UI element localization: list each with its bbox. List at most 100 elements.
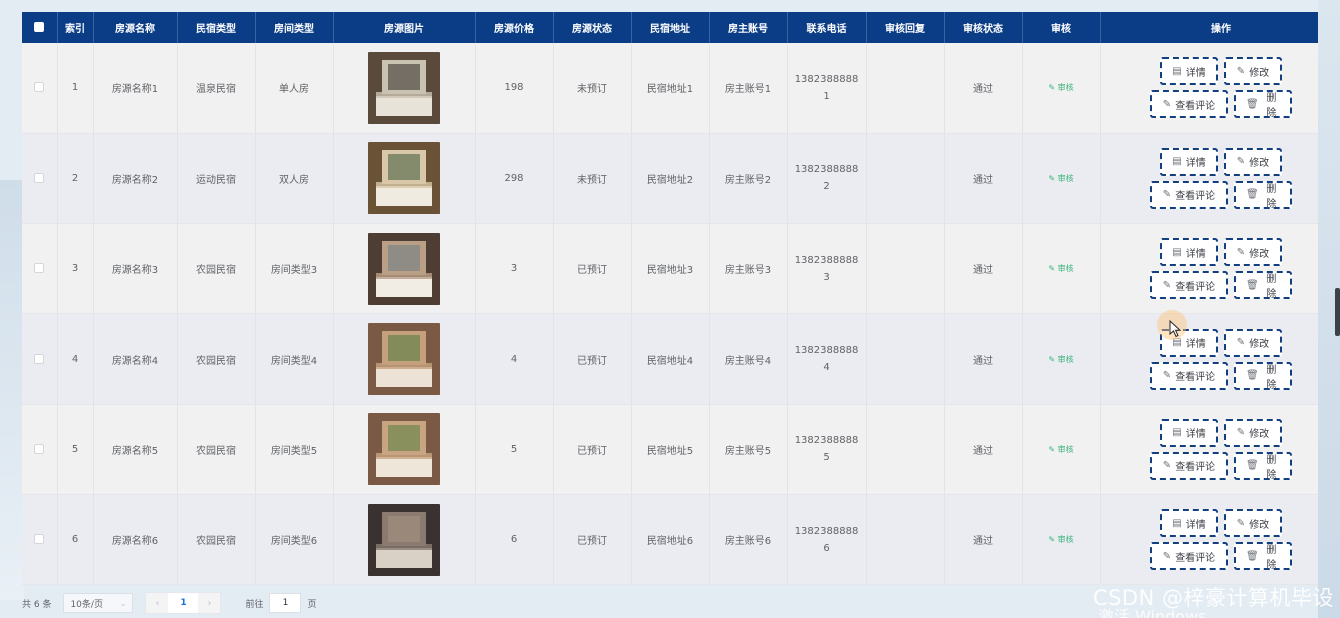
delete-button-label: 删除 xyxy=(1266,454,1277,481)
action-row-top: ▤ 详情 ✎ 修改 xyxy=(1160,509,1282,538)
table-row[interactable]: 6 房源名称6 农园民宿 房间类型6 6 已预订 民宿地址6 房主账号6 1382388888 6… xyxy=(22,494,1318,585)
audit-link[interactable]: ✎ 审核 xyxy=(1048,445,1073,454)
row-checkbox[interactable] xyxy=(34,534,45,545)
cell-phone: 1382388888 5 xyxy=(787,404,867,495)
pencil-icon: ✎ xyxy=(1162,550,1172,562)
cell-phone: 1382388888 3 xyxy=(787,223,867,315)
cell-phone: 1382388888 6 xyxy=(787,494,867,585)
room-photo[interactable] xyxy=(368,51,440,124)
view-reviews-button[interactable]: ✎ 查看评论 xyxy=(1150,271,1228,300)
edit-button[interactable]: ✎ 修改 xyxy=(1224,509,1282,538)
room-photo[interactable] xyxy=(368,503,440,576)
audit-link[interactable]: ✎ 审核 xyxy=(1048,264,1073,273)
table-row[interactable]: 1 房源名称1 温泉民宿 单人房 198 未预订 民宿地址1 房主账号1 1382388888 1… xyxy=(22,43,1318,134)
audit-link[interactable]: ✎ 审核 xyxy=(1048,174,1073,183)
audit-link[interactable]: ✎ 审核 xyxy=(1048,355,1073,364)
view-reviews-button[interactable]: ✎ 查看评论 xyxy=(1150,90,1228,119)
action-row-bottom: ✎ 查看评论 🗑 删除 xyxy=(1150,180,1292,210)
cell-price: 298 xyxy=(475,133,554,225)
phone-line-2: 1 xyxy=(823,90,830,102)
edit-button[interactable]: ✎ 修改 xyxy=(1224,328,1282,357)
page-number-current[interactable]: 1 xyxy=(168,593,199,613)
delete-button[interactable]: 🗑 删除 xyxy=(1234,451,1292,481)
cell-bnb-type: 农园民宿 xyxy=(177,494,256,585)
table-row[interactable]: 3 房源名称3 农园民宿 房间类型3 3 已预订 民宿地址3 房主账号3 1382388888 3… xyxy=(22,223,1318,315)
view-reviews-button[interactable]: ✎ 查看评论 xyxy=(1150,542,1228,571)
edit-button[interactable]: ✎ 修改 xyxy=(1224,238,1282,267)
audit-link[interactable]: ✎ 审核 xyxy=(1048,535,1073,544)
view-reviews-button[interactable]: ✎ 查看评论 xyxy=(1150,361,1228,390)
cell-reply xyxy=(866,223,945,315)
cell-index: 1 xyxy=(57,43,94,134)
table-row[interactable]: 4 房源名称4 农园民宿 房间类型4 4 已预订 民宿地址4 房主账号4 1382388888 4… xyxy=(22,313,1319,405)
pencil-icon: ✎ xyxy=(1048,444,1056,454)
detail-button[interactable]: ▤ 详情 xyxy=(1160,57,1218,86)
table-row[interactable]: 2 房源名称2 运动民宿 双人房 298 未预订 民宿地址2 房主账号2 1382388888 2… xyxy=(22,133,1319,225)
page-scrollbar-thumb[interactable] xyxy=(1335,288,1340,336)
trash-icon: 🗑 xyxy=(1246,550,1259,562)
pencil-icon: ✎ xyxy=(1236,517,1246,529)
detail-button[interactable]: ▤ 详情 xyxy=(1160,147,1218,176)
detail-button[interactable]: ▤ 详情 xyxy=(1160,238,1218,267)
cell-actions: ▤ 详情 ✎ 修改 ✎ 查看评论 🗑 删除 xyxy=(1100,494,1318,585)
document-icon: ▤ xyxy=(1172,246,1182,258)
view-reviews-button[interactable]: ✎ 查看评论 xyxy=(1150,451,1228,480)
row-checkbox[interactable] xyxy=(34,443,45,454)
row-checkbox[interactable] xyxy=(34,172,45,183)
detail-button[interactable]: ▤ 详情 xyxy=(1160,418,1218,447)
audit-link[interactable]: ✎ 审核 xyxy=(1048,83,1073,92)
row-select-cell xyxy=(22,404,58,495)
delete-button[interactable]: 🗑 删除 xyxy=(1234,361,1292,391)
edit-button-label: 修改 xyxy=(1249,248,1270,260)
col-audit-status: 审核状态 xyxy=(944,12,1023,43)
view-reviews-button-label: 查看评论 xyxy=(1175,100,1216,112)
edit-button[interactable]: ✎ 修改 xyxy=(1224,418,1282,447)
phone-line-2: 4 xyxy=(823,362,830,374)
page-size-select[interactable]: 10条/页 ⌄ xyxy=(63,593,134,613)
row-checkbox[interactable] xyxy=(34,353,45,364)
action-row-bottom: ✎ 查看评论 🗑 删除 xyxy=(1150,451,1292,481)
edit-button[interactable]: ✎ 修改 xyxy=(1224,57,1282,86)
col-price: 房源价格 xyxy=(475,12,554,43)
goto-page-input[interactable]: 1 xyxy=(269,593,302,613)
room-photo[interactable] xyxy=(368,232,440,305)
trash-icon: 🗑 xyxy=(1246,279,1259,291)
delete-button[interactable]: 🗑 删除 xyxy=(1234,180,1292,210)
delete-button-label: 删除 xyxy=(1266,364,1277,391)
table-row[interactable]: 5 房源名称5 农园民宿 房间类型5 5 已预订 民宿地址5 房主账号5 1382388888 5… xyxy=(22,404,1319,495)
row-checkbox[interactable] xyxy=(34,82,45,93)
cell-actions: ▤ 详情 ✎ 修改 ✎ 查看评论 🗑 删除 xyxy=(1100,404,1319,495)
action-buttons: ▤ 详情 ✎ 修改 ✎ 查看评论 🗑 删除 xyxy=(1101,147,1319,210)
action-buttons: ▤ 详情 ✎ 修改 ✎ 查看评论 🗑 删除 xyxy=(1101,418,1319,481)
room-photo[interactable] xyxy=(368,142,440,215)
delete-button[interactable]: 🗑 删除 xyxy=(1234,90,1292,119)
cell-actions: ▤ 详情 ✎ 修改 ✎ 查看评论 🗑 删除 xyxy=(1100,223,1318,315)
detail-button-label: 详情 xyxy=(1185,248,1206,260)
view-reviews-button-label: 查看评论 xyxy=(1175,191,1216,203)
select-all-checkbox[interactable] xyxy=(34,22,45,32)
pencil-icon: ✎ xyxy=(1048,173,1056,183)
detail-button-label: 详情 xyxy=(1185,519,1206,531)
cell-reply xyxy=(866,494,945,585)
detail-button[interactable]: ▤ 详情 xyxy=(1160,509,1218,538)
edit-button[interactable]: ✎ 修改 xyxy=(1224,147,1282,176)
action-buttons: ▤ 详情 ✎ 修改 ✎ 查看评论 🗑 删除 xyxy=(1101,328,1319,391)
prev-page-button[interactable]: ‹ xyxy=(146,593,169,613)
cell-reply xyxy=(866,404,945,495)
room-photo[interactable] xyxy=(368,323,440,396)
background-left-decor xyxy=(0,180,24,600)
cell-room-type: 房间类型6 xyxy=(255,494,334,585)
view-reviews-button[interactable]: ✎ 查看评论 xyxy=(1150,180,1228,209)
listings-table-container: 索引 房源名称 民宿类型 房间类型 房源图片 房源价格 房源状态 民宿地址 房主… xyxy=(22,12,1318,585)
cell-address: 民宿地址1 xyxy=(631,43,710,134)
col-index: 索引 xyxy=(57,12,94,43)
cell-name: 房源名称2 xyxy=(93,133,178,225)
delete-button[interactable]: 🗑 删除 xyxy=(1234,271,1292,300)
delete-button[interactable]: 🗑 删除 xyxy=(1234,542,1292,571)
room-photo[interactable] xyxy=(368,413,440,486)
row-checkbox[interactable] xyxy=(34,263,45,274)
edit-button-label: 修改 xyxy=(1249,67,1270,79)
next-page-button[interactable]: › xyxy=(198,593,221,613)
goto-suffix: 页 xyxy=(307,599,317,610)
edit-button-label: 修改 xyxy=(1249,429,1270,441)
